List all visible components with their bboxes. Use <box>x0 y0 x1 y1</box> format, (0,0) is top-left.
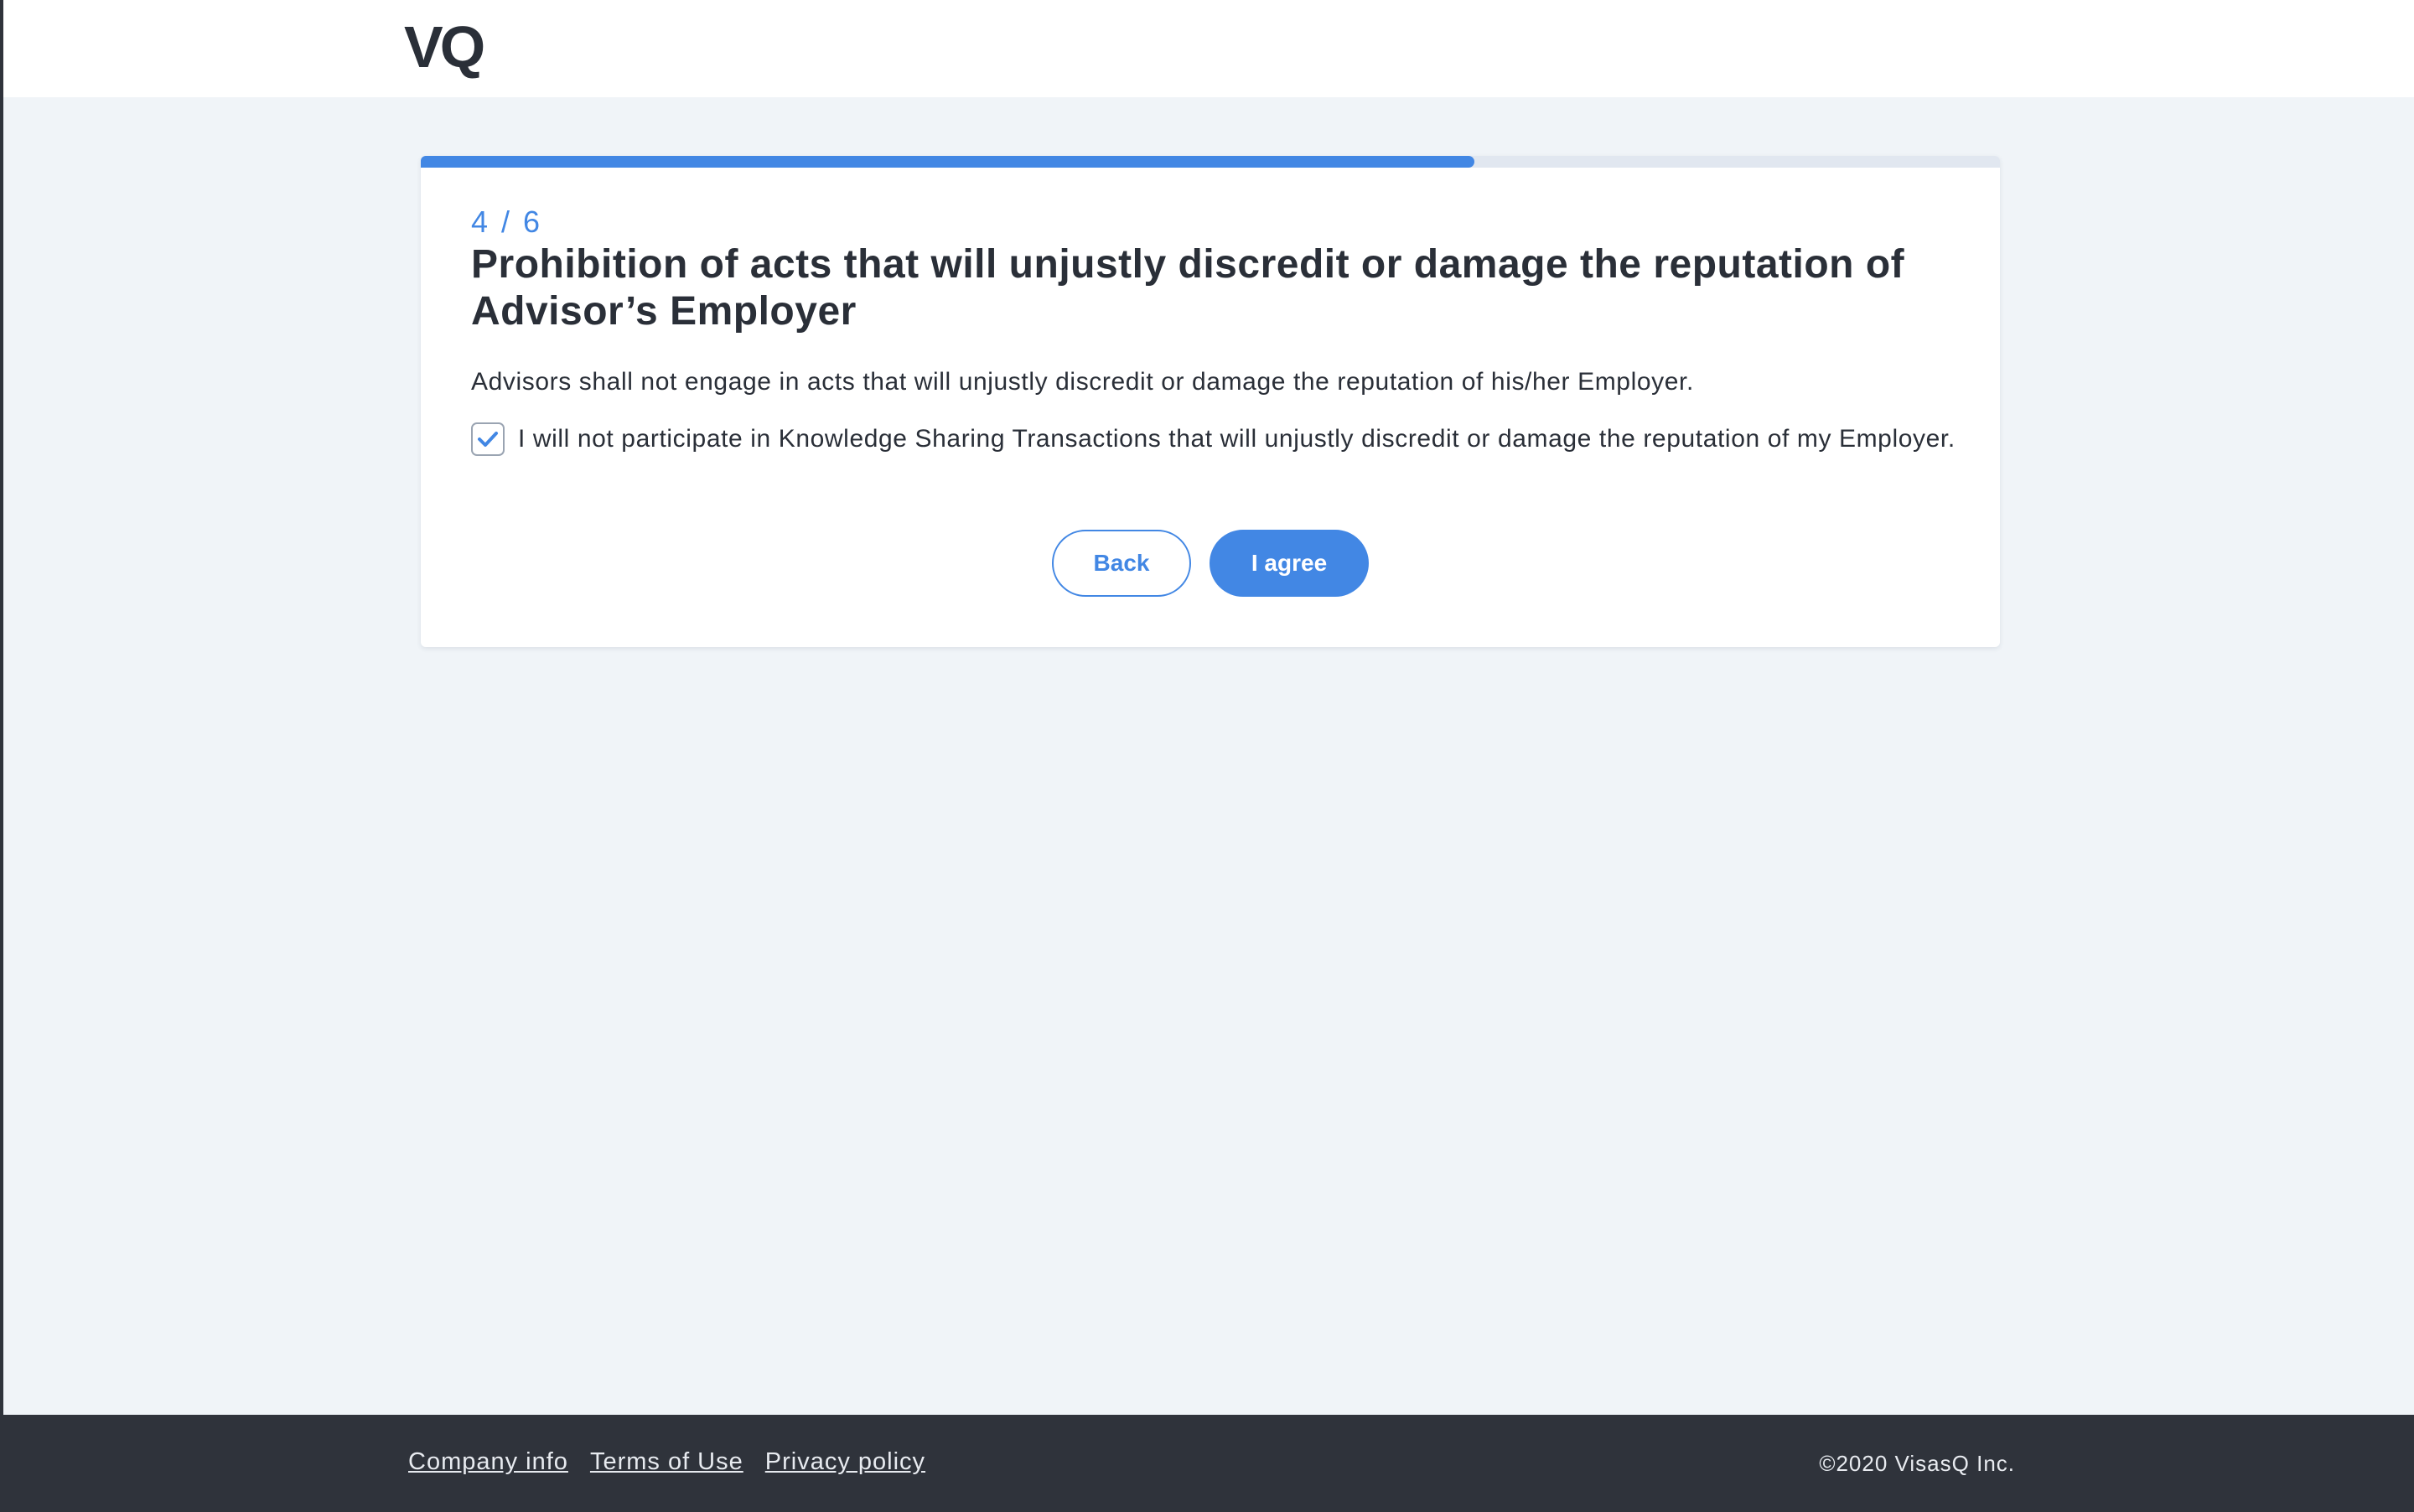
copyright-text: ©2020 VisasQ Inc. <box>1819 1451 2015 1476</box>
logo[interactable]: VQ <box>404 15 485 79</box>
progress-bar <box>421 156 2000 168</box>
agreement-checkbox-row[interactable]: I will not participate in Knowledge Shar… <box>471 421 1963 458</box>
action-buttons: Back I agree <box>421 530 2000 597</box>
footer-link-terms-of-use[interactable]: Terms of Use <box>590 1448 743 1476</box>
agreement-checkbox-label: I will not participate in Knowledge Shar… <box>518 425 1956 453</box>
agreement-card: 4 / 6 Prohibition of acts that will unju… <box>421 156 2000 647</box>
step-counter: 4 / 6 <box>471 205 543 239</box>
agreement-checkbox[interactable] <box>471 422 505 456</box>
back-button[interactable]: Back <box>1052 530 1191 597</box>
progress-bar-fill <box>421 156 1474 168</box>
footer-link-privacy-policy[interactable]: Privacy policy <box>765 1448 925 1476</box>
agreement-description: Advisors shall not engage in acts that w… <box>471 368 1694 396</box>
page-title: Prohibition of acts that will unjustly d… <box>471 242 1905 334</box>
site-footer: Company info Terms of Use Privacy policy… <box>3 1415 2414 1512</box>
site-header: VQ <box>3 0 2414 97</box>
page: VQ 4 / 6 Prohibition of acts that will u… <box>0 0 2414 1512</box>
agree-button[interactable]: I agree <box>1210 530 1369 597</box>
footer-links: Company info Terms of Use Privacy policy <box>408 1448 925 1476</box>
check-icon <box>478 432 498 447</box>
footer-link-company-info[interactable]: Company info <box>408 1448 568 1476</box>
